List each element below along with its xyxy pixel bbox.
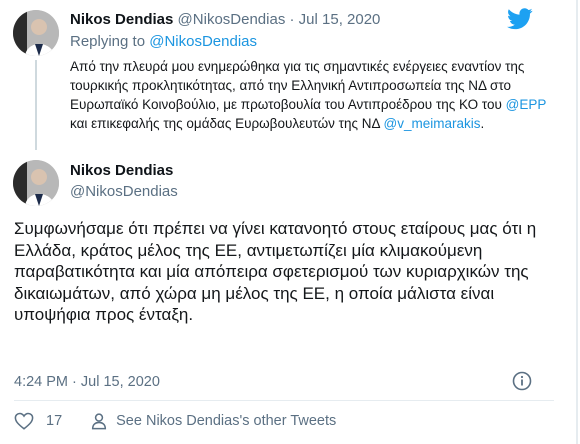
- avatar[interactable]: [13, 160, 59, 206]
- replying-prefix: Replying to: [70, 33, 146, 50]
- like-count[interactable]: 17: [46, 413, 62, 429]
- author-name[interactable]: Nikos Dendias: [70, 11, 173, 28]
- twitter-logo-icon[interactable]: [507, 8, 533, 30]
- replying-to: Replying to @NikosDendias: [70, 33, 257, 50]
- reply-tweet-text: Από την πλευρά μου ενημερώθηκα για τις σ…: [70, 57, 550, 133]
- mention-meimarakis-link[interactable]: @v_meimarakis: [384, 116, 481, 131]
- see-other-tweets-link[interactable]: See Nikos Dendias's other Tweets: [116, 413, 336, 429]
- person-icon[interactable]: [90, 412, 108, 430]
- main-author-handle[interactable]: @NikosDendias: [70, 183, 178, 200]
- author-handle[interactable]: @NikosDendias: [178, 11, 286, 28]
- replying-to-link[interactable]: @NikosDendias: [149, 33, 257, 50]
- tweet-actions: 17 See Nikos Dendias's other Tweets: [14, 412, 336, 430]
- text-segment: Από την πλευρά μου ενημερώθηκα για τις σ…: [70, 59, 525, 112]
- text-segment: .: [480, 116, 485, 131]
- info-icon[interactable]: [512, 371, 532, 391]
- reply-author-header[interactable]: Nikos Dendias @NikosDendias · Jul 15, 20…: [70, 11, 380, 28]
- avatar[interactable]: [13, 10, 59, 56]
- tweet-embed: Nikos Dendias @NikosDendias · Jul 15, 20…: [0, 0, 578, 444]
- tweet-timestamp[interactable]: 4:24 PM · Jul 15, 2020: [14, 374, 160, 390]
- separator: ·: [289, 11, 295, 28]
- main-author-name[interactable]: Nikos Dendias: [70, 162, 173, 179]
- thread-connector: [35, 60, 37, 150]
- main-tweet-text: Συμφωνήσαμε ότι πρέπει να γίνει κατανοητ…: [14, 219, 537, 324]
- tweet-date[interactable]: Jul 15, 2020: [299, 11, 381, 28]
- heart-icon[interactable]: [14, 412, 34, 430]
- text-segment: και επικεφαλής της ομάδας Ευρωβουλευτών …: [70, 116, 384, 131]
- divider: [14, 400, 554, 401]
- mention-epp-link[interactable]: @EPP: [506, 97, 546, 112]
